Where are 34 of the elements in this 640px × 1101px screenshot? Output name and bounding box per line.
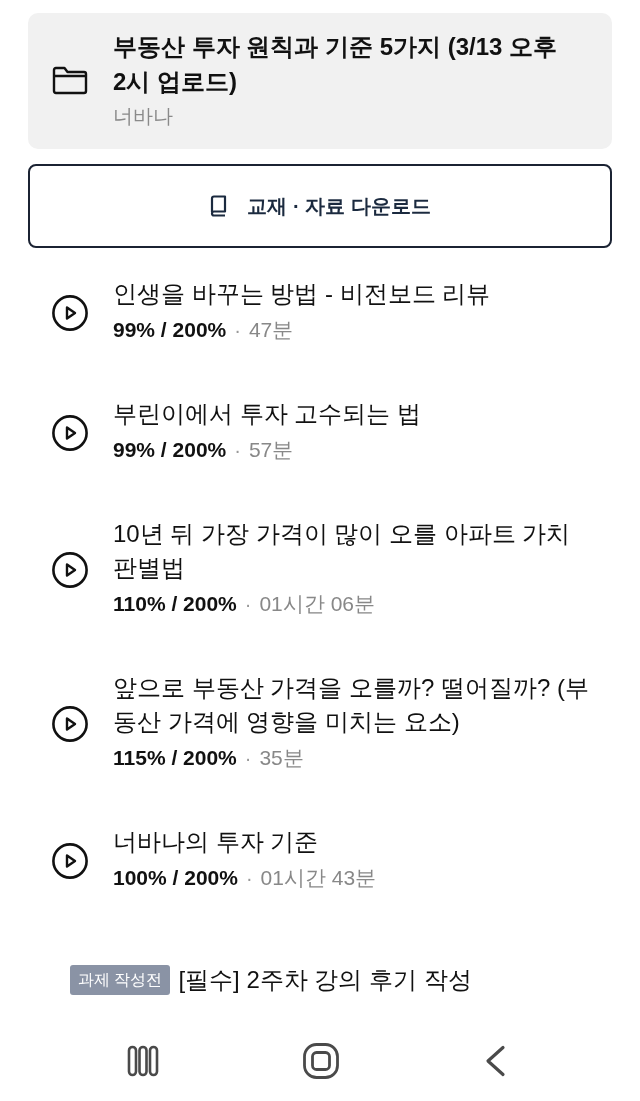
duration-text: 47분: [248, 317, 294, 343]
progress-text: 115% / 200%: [113, 745, 237, 771]
lecture-title[interactable]: 부린이에서 투자 고수되는 법: [113, 397, 595, 431]
status-badge: 과제 작성전: [70, 965, 171, 995]
lecture-title[interactable]: 앞으로 부동산 가격을 오를까? 떨어질까? (부동산 가격에 영향을 미치는 요소): [113, 671, 595, 739]
progress-text: 110% / 200%: [113, 591, 237, 617]
separator-dot: ·: [234, 318, 241, 343]
play-icon[interactable]: [52, 843, 88, 879]
lecture-title[interactable]: 10년 뒤 가장 가격이 많이 오를 아파트 가치 판별법: [113, 517, 595, 585]
lecture-title[interactable]: 너바나의 투자 기준: [113, 825, 595, 859]
separator-dot: ·: [245, 866, 253, 891]
play-icon[interactable]: [52, 415, 88, 451]
assignment-title[interactable]: [필수] 2주차 강의 후기 작성: [178, 963, 472, 997]
duration-text: 57분: [248, 437, 294, 463]
progress-text: 99% / 200%: [113, 317, 227, 343]
play-icon[interactable]: [52, 295, 88, 331]
recent-apps-icon[interactable]: [127, 1045, 159, 1077]
duration-text: 35분: [259, 745, 304, 771]
folder-title: 부동산 투자 원칙과 기준 5가지 (3/13 오후 2시 업로드): [113, 32, 559, 97]
download-button[interactable]: 교재 · 자료 다운로드: [28, 164, 612, 248]
folder-author: 너바나: [113, 104, 174, 129]
lecture-title[interactable]: 인생을 바꾸는 방법 - 비전보드 리뷰: [113, 277, 595, 311]
duration-text: 01시간 43분: [260, 865, 377, 891]
play-icon[interactable]: [52, 706, 88, 742]
play-icon[interactable]: [52, 552, 88, 588]
progress-text: 99% / 200%: [113, 437, 227, 463]
duration-text: 01시간 06분: [259, 591, 375, 617]
book-icon: [209, 195, 228, 217]
separator-dot: ·: [234, 438, 241, 463]
progress-text: 100% / 200%: [113, 865, 238, 891]
folder-icon: [52, 65, 88, 95]
separator-dot: ·: [244, 592, 252, 617]
separator-dot: ·: [244, 746, 252, 771]
home-icon[interactable]: [303, 1043, 339, 1079]
